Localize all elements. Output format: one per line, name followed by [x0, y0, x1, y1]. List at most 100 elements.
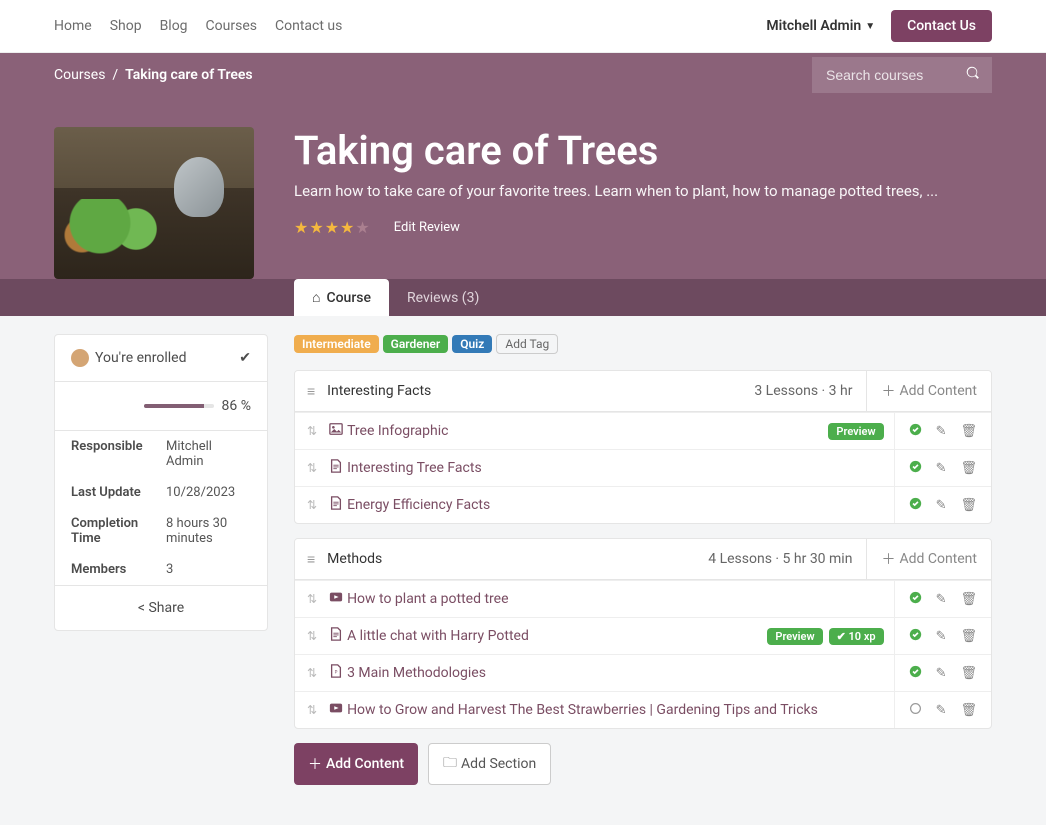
breadcrumb-current: Taking care of Trees [125, 67, 253, 83]
trash-icon[interactable]: 🗑 [960, 666, 977, 681]
section-add-content[interactable]: ＋ Add Content [866, 539, 991, 579]
tag-gardener[interactable]: Gardener [383, 335, 449, 353]
edit-icon[interactable]: ✎ [936, 461, 947, 476]
doc-icon [329, 459, 347, 477]
add-content-button[interactable]: ＋Add Content [294, 743, 418, 785]
done-icon[interactable] [909, 497, 922, 514]
search-icon[interactable] [966, 66, 980, 84]
course-thumbnail [54, 127, 254, 279]
avatar-icon [71, 349, 89, 367]
trash-icon[interactable]: 🗑 [960, 498, 977, 513]
done-icon[interactable] [909, 665, 922, 682]
doc-icon [329, 496, 347, 514]
progress-bar [144, 404, 214, 408]
meta-key: Responsible [71, 439, 166, 469]
plus-icon: ＋ [881, 381, 895, 401]
done-icon[interactable] [909, 423, 922, 440]
preview-badge[interactable]: Preview [828, 423, 883, 440]
tag-intermediate[interactable]: Intermediate [294, 335, 379, 353]
nav-shop[interactable]: Shop [110, 18, 142, 34]
plus-icon: ＋ [881, 549, 895, 569]
lesson-actions: ✎ 🗑 [894, 581, 991, 617]
section-header: ≡ Interesting Facts 3 Lessons · 3 hr ＋ A… [295, 371, 991, 412]
trash-icon[interactable]: 🗑 [960, 461, 977, 476]
search-input[interactable] [812, 57, 992, 93]
progress-pct: 86 % [222, 398, 251, 414]
xp-badge: ✔ 10 xp [829, 628, 884, 645]
user-menu[interactable]: Mitchell Admin ▼ [766, 18, 875, 34]
section-title: Methods [327, 541, 694, 577]
user-name: Mitchell Admin [766, 18, 861, 34]
nav-courses[interactable]: Courses [206, 18, 257, 34]
drag-handle-icon[interactable]: ⇅ [295, 451, 329, 485]
section-meta: 3 Lessons · 3 hr [740, 373, 866, 409]
nav-blog[interactable]: Blog [160, 18, 188, 34]
nav-links: Home Shop Blog Courses Contact us [54, 18, 342, 34]
contact-us-button[interactable]: Contact Us [891, 10, 992, 42]
tag-quiz[interactable]: Quiz [452, 335, 492, 353]
trash-icon[interactable]: 🗑 [960, 592, 977, 607]
content: You're enrolled ✔ 86 % ResponsibleMitche… [0, 316, 1046, 825]
edit-icon[interactable]: ✎ [936, 666, 947, 681]
nav-contact[interactable]: Contact us [275, 18, 342, 34]
lesson-badges: Preview [818, 423, 893, 440]
bottom-actions: ＋Add Content 🗀Add Section [294, 743, 992, 785]
plus-icon: ＋ [308, 754, 322, 774]
course-description: Learn how to take care of your favorite … [294, 182, 938, 200]
lesson-title[interactable]: How to Grow and Harvest The Best Strawbe… [347, 692, 874, 728]
done-icon[interactable] [909, 628, 922, 645]
trash-icon[interactable]: 🗑 [960, 703, 977, 718]
rating-stars[interactable]: ★ ★ ★ ★ ★ [294, 218, 370, 237]
chevron-down-icon: ▼ [865, 21, 875, 32]
lesson-title[interactable]: 3 Main Methodologies [347, 655, 874, 691]
top-nav: Home Shop Blog Courses Contact us Mitche… [0, 0, 1046, 53]
lesson-actions: ✎ 🗑 [894, 450, 991, 486]
breadcrumb-row: Courses / Taking care of Trees [0, 53, 1046, 97]
edit-icon[interactable]: ✎ [936, 629, 947, 644]
drag-handle-icon[interactable]: ⇅ [295, 488, 329, 522]
drag-handle-icon[interactable]: ⇅ [295, 656, 329, 690]
edit-icon[interactable]: ✎ [936, 498, 947, 513]
done-icon[interactable] [909, 460, 922, 477]
drag-handle-icon[interactable]: ≡ [295, 373, 327, 410]
tab-course[interactable]: ⌂ Course [294, 279, 389, 316]
lesson-actions: ✎ 🗑 [894, 487, 991, 523]
edit-icon[interactable]: ✎ [936, 424, 947, 439]
nav-right: Mitchell Admin ▼ Contact Us [766, 10, 992, 42]
lesson-title[interactable]: Interesting Tree Facts [347, 450, 874, 486]
undone-icon[interactable] [909, 702, 922, 719]
tab-reviews[interactable]: Reviews (3) [389, 279, 497, 316]
drag-handle-icon[interactable]: ≡ [295, 541, 327, 578]
drag-handle-icon[interactable]: ⇅ [295, 582, 329, 616]
lesson-actions: ✎ 🗑 [894, 692, 991, 728]
section: ≡ Interesting Facts 3 Lessons · 3 hr ＋ A… [294, 370, 992, 524]
drag-handle-icon[interactable]: ⇅ [295, 693, 329, 727]
doc-icon [329, 627, 347, 645]
lesson-actions: ✎ 🗑 [894, 618, 991, 654]
meta-key: Completion Time [71, 516, 166, 546]
nav-home[interactable]: Home [54, 18, 92, 34]
trash-icon[interactable]: 🗑 [960, 629, 977, 644]
done-icon[interactable] [909, 591, 922, 608]
lesson-title[interactable]: Tree Infographic [347, 413, 818, 449]
meta-val: 10/28/2023 [166, 485, 251, 500]
preview-badge[interactable]: Preview [767, 628, 822, 645]
lesson-title[interactable]: A little chat with Harry Potted [347, 618, 757, 654]
star-icon: ★ [340, 218, 354, 237]
lesson-title[interactable]: How to plant a potted tree [347, 581, 874, 617]
section-add-content[interactable]: ＋ Add Content [866, 371, 991, 411]
add-tag-button[interactable]: Add Tag [496, 334, 558, 354]
edit-review-link[interactable]: Edit Review [394, 220, 460, 235]
lesson-row: ⇅ How to plant a potted tree ✎ 🗑 [295, 580, 991, 617]
lesson-badges: Preview ✔ 10 xp [757, 628, 893, 645]
trash-icon[interactable]: 🗑 [960, 424, 977, 439]
edit-icon[interactable]: ✎ [936, 592, 947, 607]
edit-icon[interactable]: ✎ [936, 703, 947, 718]
lesson-actions: ✎ 🗑 [894, 655, 991, 691]
drag-handle-icon[interactable]: ⇅ [295, 619, 329, 653]
drag-handle-icon[interactable]: ⇅ [295, 414, 329, 448]
lesson-title[interactable]: Energy Efficiency Facts [347, 487, 874, 523]
breadcrumb-courses[interactable]: Courses [54, 67, 105, 83]
add-section-button[interactable]: 🗀Add Section [428, 743, 551, 785]
share-button[interactable]: < Share [55, 585, 267, 630]
